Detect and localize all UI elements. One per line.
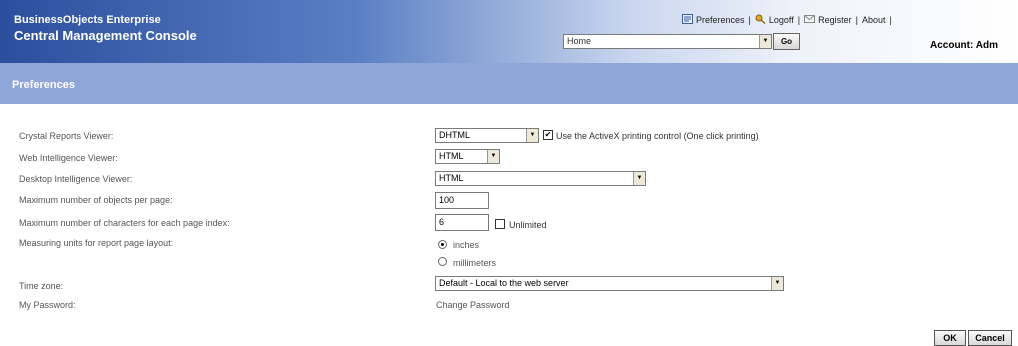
logoff-link-label: Logoff <box>768 15 794 25</box>
millimeters-radio[interactable] <box>438 257 447 266</box>
top-links: Preferences | Logoff | Register | About | <box>682 14 896 25</box>
inches-label: inches <box>453 240 480 250</box>
deski-viewer-select[interactable]: HTML ▼ <box>435 171 646 186</box>
link-divider: | <box>797 15 801 25</box>
timezone-select-value: Default - Local to the web server <box>439 278 569 288</box>
go-button[interactable]: Go <box>773 33 800 50</box>
webi-viewer-label: Web Intelligence Viewer: <box>19 153 118 163</box>
crystal-viewer-label: Crystal Reports Viewer: <box>19 131 114 141</box>
cancel-button[interactable]: Cancel <box>968 330 1012 346</box>
timezone-select[interactable]: Default - Local to the web server ▼ <box>435 276 784 291</box>
inches-radio[interactable] <box>438 240 447 249</box>
logoff-link[interactable]: Logoff <box>755 14 794 25</box>
webi-viewer-select[interactable]: HTML ▼ <box>435 149 500 164</box>
link-divider: | <box>855 15 858 25</box>
unlimited-checkbox[interactable] <box>495 219 505 229</box>
millimeters-label: millimeters <box>453 258 497 268</box>
app-title: Central Management Console <box>14 28 197 43</box>
max-chars-label: Maximum number of characters for each pa… <box>19 218 230 228</box>
change-password-link[interactable]: Change Password <box>436 300 510 310</box>
page-title: Preferences <box>12 79 75 91</box>
dropdown-arrow-icon[interactable]: ▼ <box>759 35 771 48</box>
unlimited-label: Unlimited <box>509 220 547 230</box>
deski-viewer-select-value: HTML <box>439 173 464 183</box>
ok-button[interactable]: OK <box>934 330 966 346</box>
dropdown-arrow-icon[interactable]: ▼ <box>771 277 783 290</box>
about-link[interactable]: About <box>862 15 886 25</box>
webi-viewer-select-value: HTML <box>439 151 464 161</box>
register-link[interactable]: Register <box>804 14 852 25</box>
preferences-icon <box>682 14 693 24</box>
my-password-label: My Password: <box>19 300 76 310</box>
brand-name: BusinessObjects Enterprise <box>14 14 161 26</box>
crystal-viewer-select[interactable]: DHTML ▼ <box>435 128 539 143</box>
preferences-link[interactable]: Preferences <box>682 14 745 25</box>
preferences-link-label: Preferences <box>696 15 745 25</box>
envelope-icon <box>804 15 816 23</box>
max-objects-input[interactable] <box>435 192 489 209</box>
dropdown-arrow-icon[interactable]: ▼ <box>633 172 645 185</box>
activex-checkbox[interactable]: ✔ <box>543 130 553 140</box>
link-divider: | <box>889 15 892 25</box>
max-chars-input[interactable] <box>435 214 489 231</box>
header-banner: BusinessObjects Enterprise Central Manag… <box>0 0 1018 63</box>
units-label: Measuring units for report page layout: <box>19 238 174 248</box>
navigation-select-value: Home <box>567 36 592 46</box>
link-divider: | <box>748 15 751 25</box>
timezone-label: Time zone: <box>19 281 64 291</box>
crystal-viewer-select-value: DHTML <box>439 130 470 140</box>
dropdown-arrow-icon[interactable]: ▼ <box>487 150 499 163</box>
activex-label: Use the ActiveX printing control (One cl… <box>556 131 759 141</box>
key-icon <box>755 14 766 24</box>
navigation-select[interactable]: Home ▼ <box>563 34 772 49</box>
dropdown-arrow-icon[interactable]: ▼ <box>526 129 538 142</box>
max-objects-label: Maximum number of objects per page: <box>19 195 173 205</box>
deski-viewer-label: Desktop Intelligence Viewer: <box>19 174 133 184</box>
page-title-bar: Preferences <box>0 63 1018 104</box>
account-label: Account: Adm <box>930 40 998 51</box>
register-link-label: Register <box>818 15 852 25</box>
